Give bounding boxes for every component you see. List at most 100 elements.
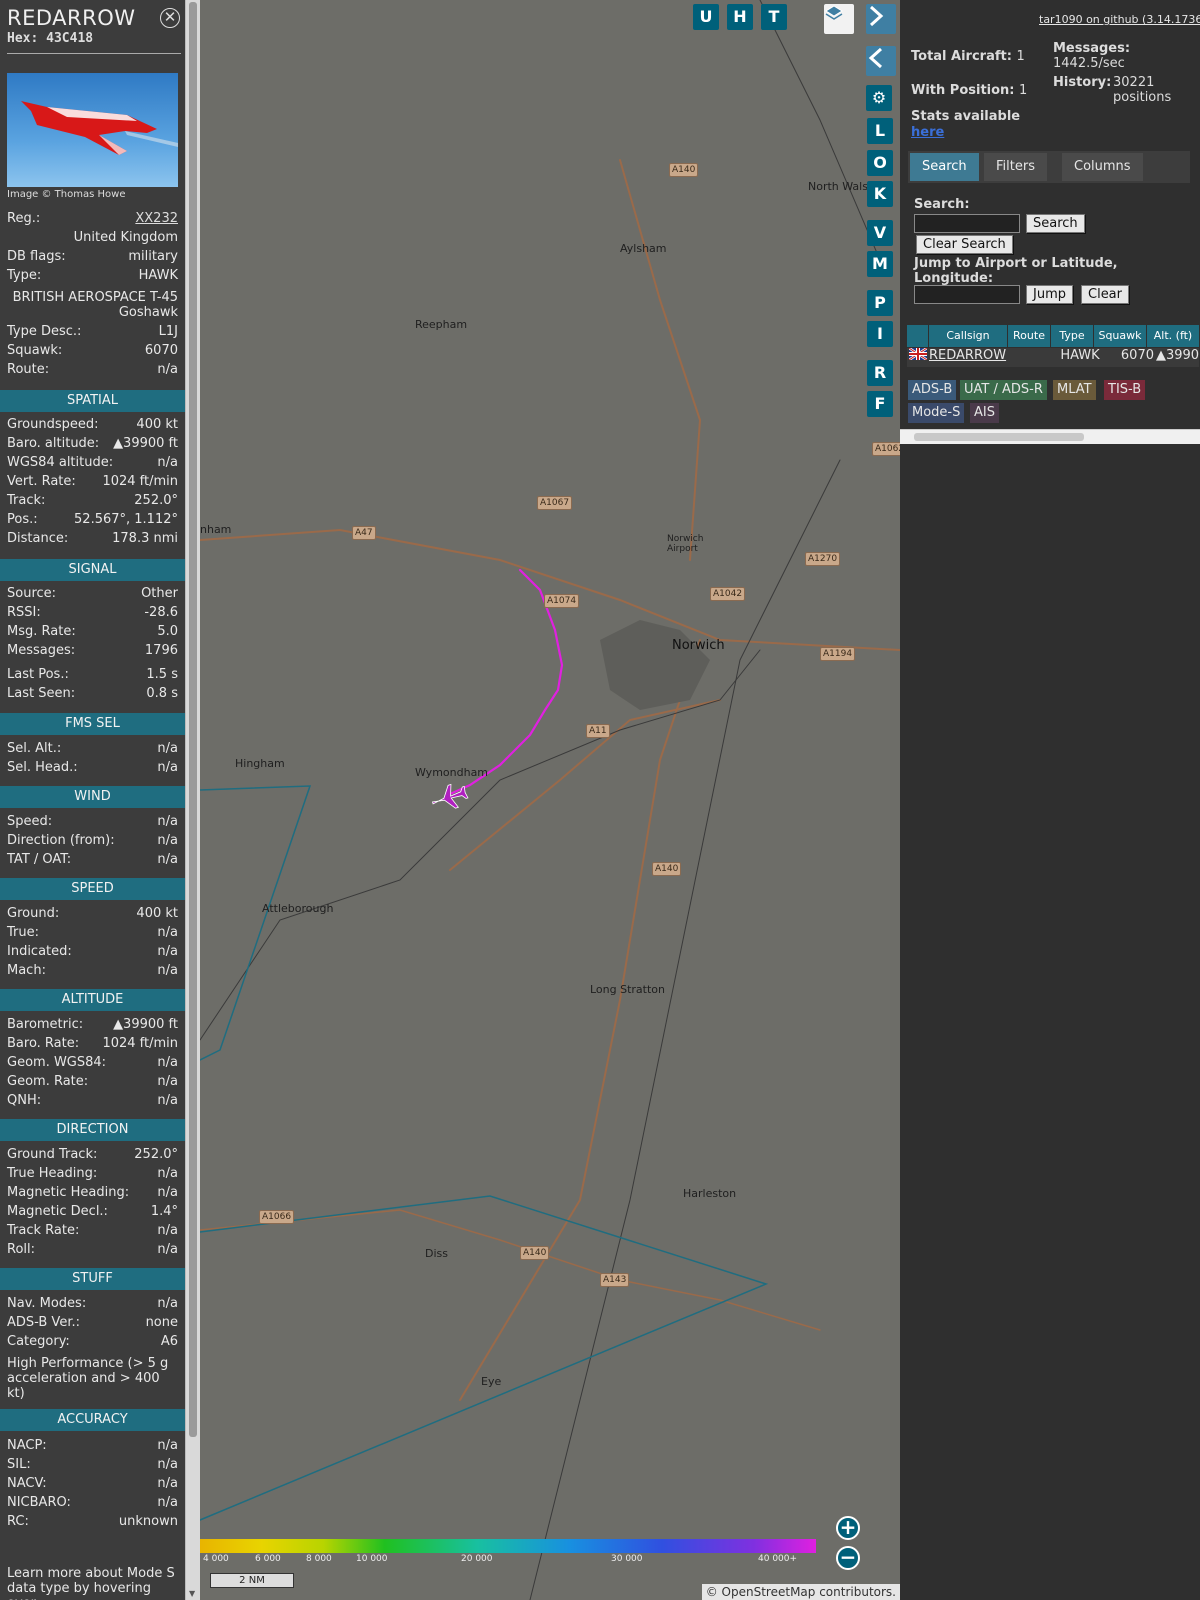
field-label: RC:	[7, 1514, 29, 1529]
scroll-down-icon[interactable]: ▼	[189, 1589, 195, 1598]
search-button[interactable]: Search	[1026, 214, 1085, 233]
section-speed: SPEED	[0, 878, 185, 900]
map-button-v[interactable]: V	[867, 220, 893, 246]
field-label: WGS84 altitude:	[7, 455, 114, 470]
map-button-m[interactable]: M	[867, 251, 893, 277]
road-label: A47	[352, 526, 376, 540]
field-label: Track:	[7, 493, 46, 508]
close-icon[interactable]: ✕	[160, 8, 180, 28]
map-place-label: Aylsham	[620, 242, 667, 255]
col-altitude[interactable]: Alt. (ft)	[1147, 325, 1200, 347]
road-label: A1270	[805, 552, 841, 566]
stats-link[interactable]: here	[911, 125, 944, 140]
field-label: NICBARO:	[7, 1495, 71, 1510]
field-label: SIL:	[7, 1457, 31, 1472]
map-button-r[interactable]: R	[867, 360, 893, 386]
signal-row: Msg. Rate: 5.0	[7, 624, 178, 643]
spatial-row: Track: 252.0°	[7, 493, 178, 512]
field-label: ADS-B Ver.:	[7, 1315, 80, 1330]
map-button-u[interactable]: U	[693, 4, 719, 30]
altitude-color-scale	[200, 1539, 816, 1553]
field-label: Distance:	[7, 531, 69, 546]
speed-row: True: n/a	[7, 925, 178, 944]
layers-icon[interactable]	[824, 4, 854, 34]
tab-filters[interactable]: Filters	[984, 153, 1047, 181]
field-value: 0.8 s	[146, 686, 178, 701]
registration-link[interactable]: XX232	[135, 211, 178, 230]
map-attribution[interactable]: © OpenStreetMap contributors.	[701, 1584, 900, 1600]
tab-columns[interactable]: Columns	[1062, 153, 1143, 181]
road-label: A140	[669, 163, 699, 177]
col-route[interactable]: Route	[1008, 325, 1051, 347]
search-input[interactable]	[914, 214, 1020, 233]
clear-button[interactable]: Clear	[1081, 285, 1129, 304]
map-button-i[interactable]: I	[867, 321, 893, 347]
col-type[interactable]: Type	[1051, 325, 1094, 347]
field-value: n/a	[157, 741, 178, 756]
github-link[interactable]: tar1090 on github (3.14.1736)	[1039, 13, 1200, 26]
collapse-sidebar-button[interactable]	[866, 4, 896, 34]
source-badge[interactable]: ADS-B	[908, 380, 957, 400]
section-direction: DIRECTION	[0, 1119, 185, 1141]
map-button-p[interactable]: P	[867, 290, 893, 316]
source-badge[interactable]: MLAT	[1053, 380, 1096, 400]
map-button-l[interactable]: L	[867, 118, 893, 144]
field-value: n/a	[157, 1242, 178, 1257]
source-badge[interactable]: UAT / ADS-R	[960, 380, 1047, 400]
panel-tabs: Search Filters Columns	[908, 151, 1190, 183]
field-label: Roll:	[7, 1242, 36, 1257]
field-value: n/a	[157, 833, 178, 848]
field-value: n/a	[157, 1457, 178, 1472]
expand-sidebar-button[interactable]	[866, 46, 896, 76]
table-row[interactable]: REDARROW HAWK 6070 ▲39900	[907, 346, 1199, 367]
scroll-thumb[interactable]	[189, 2, 197, 1437]
reg-row: Reg.: XX232	[7, 211, 178, 230]
map-button-k[interactable]: K	[867, 181, 893, 207]
source-badge[interactable]: TIS-B	[1104, 380, 1146, 400]
field-label: Nav. Modes:	[7, 1296, 87, 1311]
map-button-h[interactable]: H	[727, 4, 753, 30]
aircraft-photo[interactable]	[7, 73, 178, 187]
road-label: A143	[600, 1273, 630, 1287]
chevron-right-icon	[869, 5, 884, 27]
map-view[interactable]: North Walsham Aylsham Reepham Norwich Airpo…	[200, 0, 900, 1600]
settings-gear-icon[interactable]: ⚙	[866, 85, 892, 111]
jump-input[interactable]	[914, 285, 1020, 304]
field-value: 1796	[144, 643, 178, 658]
table-horizontal-scrollbar[interactable]	[900, 429, 1200, 444]
field-value: n/a	[157, 1296, 178, 1311]
typedesc-row: Type Desc.: L1J	[7, 324, 178, 339]
scroll-thumb[interactable]	[914, 433, 1084, 441]
map-button-f[interactable]: F	[867, 391, 893, 417]
field-label: Sel. Head.:	[7, 760, 78, 775]
with-position: With Position: 1	[911, 83, 1028, 98]
sidebar-scrollbar[interactable]: ▼	[185, 0, 200, 1600]
row-callsign[interactable]: REDARROW	[929, 348, 1051, 367]
signal-row: Last Seen: 0.8 s	[7, 686, 178, 705]
map-button-o[interactable]: O	[867, 150, 893, 176]
signal-row: Last Pos.: 1.5 s	[7, 667, 178, 686]
map-button-t[interactable]: T	[761, 4, 787, 30]
field-label: True Heading:	[7, 1166, 98, 1181]
section-fms: FMS SEL	[0, 713, 185, 735]
aircraft-marker[interactable]	[429, 781, 470, 815]
zoom-out-button[interactable]: −	[836, 1546, 860, 1570]
source-badge[interactable]: AIS	[970, 403, 999, 423]
source-badge[interactable]: Mode-S	[908, 403, 965, 423]
tab-search[interactable]: Search	[910, 153, 979, 181]
field-value: 1024 ft/min	[102, 474, 178, 489]
col-squawk[interactable]: Squawk	[1094, 325, 1147, 347]
field-label: Vert. Rate:	[7, 474, 76, 489]
field-value: ▲39900 ft	[113, 1017, 178, 1032]
zoom-in-button[interactable]: +	[836, 1516, 860, 1540]
altitude-row: Barometric: ▲39900 ft	[7, 1017, 178, 1036]
field-value: n/a	[157, 1476, 178, 1491]
field-value: n/a	[157, 760, 178, 775]
col-callsign[interactable]: Callsign	[929, 325, 1008, 347]
field-label: Last Pos.:	[7, 667, 69, 682]
signal-row: Source: Other	[7, 586, 178, 605]
jump-button[interactable]: Jump	[1026, 285, 1073, 304]
field-label: Ground:	[7, 906, 60, 921]
clear-search-button[interactable]: Clear Search	[916, 235, 1013, 254]
direction-row: Ground Track: 252.0°	[7, 1147, 178, 1166]
